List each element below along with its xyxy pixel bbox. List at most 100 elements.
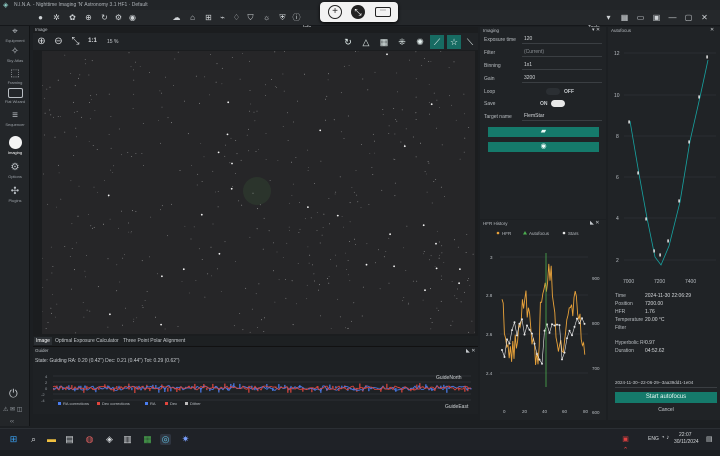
tab-optimal-exposure[interactable]: Optimal Exposure Calculator [53,337,121,345]
nina-icon[interactable]: ◎ [160,434,171,445]
rotate-icon[interactable]: ↻ [100,13,109,22]
browser-icon[interactable]: ◍ [84,434,95,445]
star [231,188,233,190]
autofocus-chart: 12 10 8 6 4 2 7000 7200 7400 ▮ ▮ ▮ ▮ ▮ ▮… [608,37,720,287]
sidebar-item-sky-atlas[interactable]: ✧Sky Atlas [0,46,30,63]
folder-icon[interactable]: ▬ [46,434,57,445]
star [235,173,236,174]
dome-icon[interactable]: ⌂ [188,13,197,22]
collapse-icon[interactable]: ‹‹ [10,419,14,425]
star [44,135,45,136]
field-target-name: Target nameFlemStar [484,112,602,123]
lang-label[interactable]: ENG [648,436,659,442]
filter-wheel-icon[interactable]: ✿ [68,13,77,22]
grid-icon[interactable]: ▦ [377,35,391,49]
star [334,119,335,120]
power-icon[interactable]: ⏻ [9,388,18,401]
sidebar-item-imaging[interactable]: Imaging [0,136,30,155]
loop-button[interactable]: ◉ [488,142,599,152]
annotate-icon[interactable]: ⟍ [463,35,477,49]
tab-image[interactable]: Image [34,337,52,345]
calculator-icon[interactable]: ▦ [620,13,629,22]
gear-icon[interactable]: ✲ [52,13,61,22]
network-icon[interactable]: ◔ ♪ [661,435,669,441]
star-field-image[interactable] [42,51,475,334]
cancel-button[interactable]: Cancel [615,407,717,415]
tab-polar-alignment[interactable]: Three Point Polar Alignment [121,337,187,345]
maximize-icon[interactable]: ▢ [684,13,693,22]
save-toggle[interactable] [551,100,565,107]
star [202,181,203,182]
triangle-icon[interactable]: △ [359,35,373,49]
star [353,302,354,303]
chevron-down-icon[interactable]: ▾ [604,13,613,22]
switch-icon[interactable]: ⊞ [204,13,213,22]
gain-select[interactable]: 3200 [522,75,602,83]
star [319,284,320,285]
close-icon[interactable]: ✕ [710,27,714,33]
exposure-time-input[interactable]: 120 [522,36,602,44]
sun-icon[interactable]: ☼ [262,13,271,22]
capture-button[interactable]: ▰ [488,127,599,137]
bulb-icon[interactable]: ♢ [232,13,241,22]
terminal-icon[interactable]: ▥ [122,434,133,445]
pin-close-icon[interactable]: ▾ ✕ [592,27,600,33]
target-icon[interactable]: ✺ [413,35,427,49]
notification-icon[interactable]: ▤ [706,435,713,443]
media-icon[interactable]: ◈ [104,434,115,445]
star [283,257,284,258]
cloud-icon[interactable]: ☁ [172,13,181,22]
search-icon[interactable]: ⌕ [28,434,39,445]
field-save: SaveON [484,99,602,110]
shield-icon[interactable]: ⛉ [246,13,255,22]
connection-icon[interactable]: ⤡ [351,5,365,19]
pin-icon[interactable]: ◣ ✕ [466,348,475,354]
zoom-1to1-button[interactable]: 1:1 [86,35,99,48]
filter-select[interactable]: (Current) [522,49,602,57]
phd2-icon[interactable]: ✷ [180,434,191,445]
fit-icon[interactable]: ⤡ [69,35,82,48]
loop-toggle[interactable] [546,88,560,95]
sidebar-item-flat-wizard[interactable]: Flat Wizard [0,88,30,104]
sidebar-item-plugins[interactable]: ✣Plugins [0,186,30,203]
binning-select[interactable]: 1x1 [522,62,602,70]
chart-icon[interactable]: ⌁ [218,13,227,22]
info-icon[interactable]: ⓘ [292,13,301,22]
minimize-icon[interactable]: — [668,13,677,22]
focuser-icon[interactable]: ◉ [128,13,137,22]
refresh-icon[interactable]: ↻ [341,35,355,49]
crosshair-icon[interactable]: ⊕ [84,13,93,22]
stretch-icon[interactable]: ⟋ [430,35,444,49]
star [51,247,52,248]
star [404,145,406,147]
sidebar-item-equipment[interactable]: ⌖Equipment [0,26,30,43]
target-name-input[interactable]: FlemStar [522,113,602,121]
close-icon[interactable]: ✕ [700,13,709,22]
af-run-select[interactable]: 2024-11-30--22-06-29--3aa39dd1-1e04 [615,380,717,388]
sidebar-item-framing[interactable]: ⬚Framing [0,68,30,85]
sidebar-item-options[interactable]: ⚙Options [0,162,30,179]
zoom-out-icon[interactable]: ⊖ [52,35,65,48]
star-detect-icon[interactable]: ☆ [447,35,461,49]
pin-close-icon[interactable]: ◣ ✕ [590,220,599,226]
safety-icon[interactable]: ⛨ [278,13,287,22]
windows-start-icon[interactable]: ⊞ [8,434,19,445]
app-icon[interactable]: ▤ [64,434,75,445]
keyboard-icon[interactable]: ⋯ [375,7,391,17]
monitor-icon[interactable]: ▣ [652,13,661,22]
zoom-in-icon[interactable]: ⊕ [35,35,48,48]
circle-icon[interactable]: ● [36,13,45,22]
star [257,228,258,229]
camera-icon[interactable]: ▭ [636,13,645,22]
star [308,247,309,248]
start-autofocus-button[interactable]: Start autofocus [615,392,717,403]
aberration-icon[interactable]: ⁜ [395,35,409,49]
sidebar-item-sequencer[interactable]: ≡Sequencer [0,110,30,127]
clock-date[interactable]: 30/11/2024 [674,439,699,445]
excel-icon[interactable]: ▦ [142,434,153,445]
zoom-in-icon[interactable]: + [328,5,342,19]
star [403,247,404,248]
tray-icons[interactable]: ▣ ⌃ [620,434,631,445]
clock-time[interactable]: 22:07 [679,432,692,438]
tool-icon[interactable]: ⚙ [114,13,123,22]
